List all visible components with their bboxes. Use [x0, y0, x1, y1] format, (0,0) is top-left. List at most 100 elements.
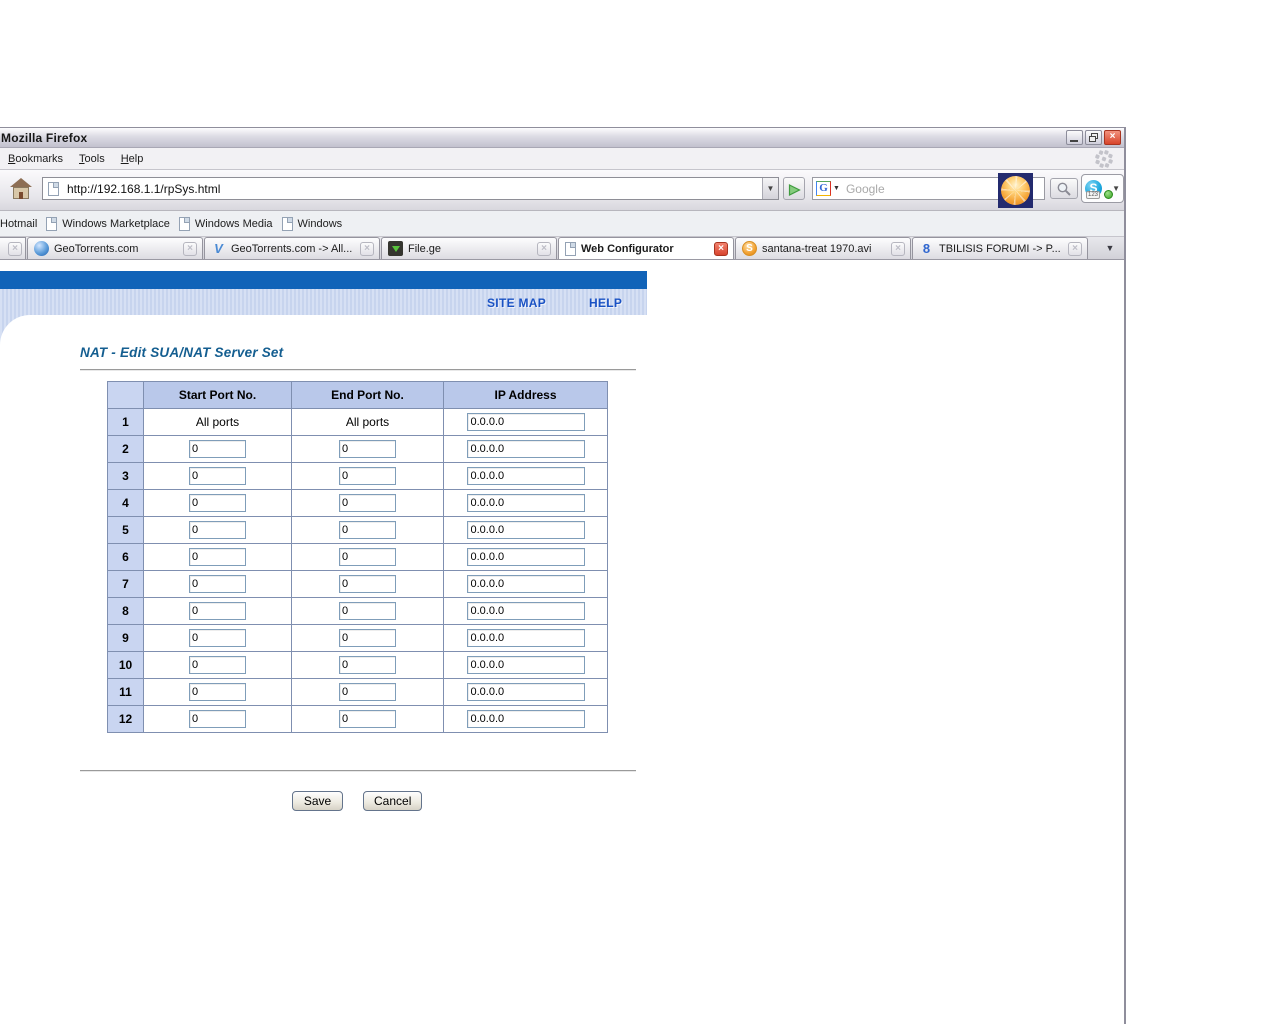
- desktop: Mozilla Firefox × Bookmarks Tools Help htt…: [0, 0, 1280, 1024]
- tab[interactable]: 8 TBILISIS FORUMI -> P... ×: [912, 237, 1088, 259]
- home-icon: [10, 178, 32, 187]
- page-icon: [48, 181, 59, 196]
- end-port-input[interactable]: [339, 494, 396, 512]
- end-port-input[interactable]: [339, 548, 396, 566]
- end-port-input[interactable]: [339, 575, 396, 593]
- address-dropdown-button[interactable]: ▼: [762, 178, 778, 199]
- site-map-link[interactable]: SITE MAP: [487, 296, 546, 310]
- search-go-button[interactable]: [1050, 178, 1078, 199]
- go-button[interactable]: [783, 177, 805, 200]
- ip-address-input[interactable]: [466, 656, 585, 674]
- throbber-icon: [1101, 156, 1107, 162]
- tab[interactable]: File.ge ×: [381, 237, 557, 259]
- end-port-cell: [291, 489, 444, 517]
- tab[interactable]: V GeoTorrents.com -> All... ×: [204, 237, 380, 259]
- nat-server-table: Start Port No. End Port No. IP Address 1 A…: [107, 381, 608, 733]
- start-port-input[interactable]: [189, 548, 246, 566]
- tab-close-icon[interactable]: ×: [183, 241, 197, 256]
- start-port-input[interactable]: [189, 440, 246, 458]
- page-subheader-band: SITE MAP HELP: [0, 289, 647, 315]
- bookmark-item[interactable]: Windows Media: [178, 216, 273, 231]
- page-header-band: [0, 271, 647, 289]
- minimize-button[interactable]: [1066, 130, 1083, 145]
- skype-dropdown-arrow[interactable]: ▼: [1112, 184, 1120, 193]
- start-port-input[interactable]: [189, 521, 246, 539]
- save-button[interactable]: Save: [292, 791, 343, 811]
- menu-tools[interactable]: Tools: [79, 153, 105, 165]
- cancel-button[interactable]: Cancel: [363, 791, 423, 811]
- tab-close-icon[interactable]: ×: [537, 241, 551, 256]
- home-button[interactable]: [8, 177, 36, 203]
- table-row: 10: [107, 651, 608, 679]
- bookmark-item[interactable]: Hotmail: [0, 218, 37, 230]
- tab-close-icon[interactable]: ×: [891, 241, 905, 256]
- bookmark-label: Windows Marketplace: [62, 217, 170, 230]
- tab-overflow-button[interactable]: ▼: [1102, 243, 1118, 253]
- ip-address-input[interactable]: [466, 494, 585, 512]
- ip-address-cell: [443, 489, 608, 517]
- end-port-input[interactable]: [339, 656, 396, 674]
- tab[interactable]: S santana-treat 1970.avi ×: [735, 237, 911, 259]
- rule-number-cell: 9: [107, 624, 144, 652]
- end-port-input[interactable]: [339, 710, 396, 728]
- address-bar[interactable]: http://192.168.1.1/rpSys.html ▼: [42, 177, 779, 200]
- search-engine-dropdown[interactable]: ▼: [833, 185, 840, 192]
- ip-address-cell: [443, 408, 608, 436]
- ip-address-input[interactable]: [466, 413, 585, 431]
- bookmark-item[interactable]: Windows: [281, 216, 343, 231]
- ip-address-input[interactable]: [466, 575, 585, 593]
- ip-address-cell: [443, 705, 608, 733]
- bookmark-page-icon: [281, 216, 293, 231]
- ip-address-input[interactable]: [466, 602, 585, 620]
- ip-address-input[interactable]: [466, 467, 585, 485]
- tab-label: GeoTorrents.com: [54, 242, 139, 255]
- bookmark-item[interactable]: Windows Marketplace: [46, 216, 170, 231]
- google-logo-icon[interactable]: G: [816, 181, 831, 196]
- ip-address-input[interactable]: [466, 683, 585, 701]
- end-port-input[interactable]: [339, 521, 396, 539]
- ip-address-input[interactable]: [466, 548, 585, 566]
- table-row: 2: [107, 435, 608, 463]
- end-port-input[interactable]: [339, 467, 396, 485]
- start-port-input[interactable]: [189, 602, 246, 620]
- ip-address-input[interactable]: [466, 521, 585, 539]
- start-port-input[interactable]: [189, 467, 246, 485]
- start-port-input[interactable]: [189, 494, 246, 512]
- end-port-input[interactable]: [339, 683, 396, 701]
- start-port-input[interactable]: [189, 656, 246, 674]
- end-port-input[interactable]: [339, 440, 396, 458]
- url-text[interactable]: http://192.168.1.1/rpSys.html: [67, 182, 762, 196]
- restore-button[interactable]: [1085, 130, 1102, 145]
- start-port-input[interactable]: [189, 710, 246, 728]
- firefox-window: Mozilla Firefox × Bookmarks Tools Help htt…: [0, 127, 1126, 1024]
- menu-bookmarks[interactable]: Bookmarks: [8, 153, 63, 165]
- ip-address-input[interactable]: [466, 440, 585, 458]
- title-bar[interactable]: Mozilla Firefox ×: [0, 128, 1124, 148]
- ip-address-input[interactable]: [466, 629, 585, 647]
- tab-label: GeoTorrents.com -> All...: [231, 242, 353, 255]
- skype-extension-button[interactable]: S 123 ▼: [1081, 174, 1124, 203]
- end-port-input[interactable]: [339, 629, 396, 647]
- ip-address-input[interactable]: [466, 710, 585, 728]
- close-button[interactable]: ×: [1104, 130, 1121, 145]
- start-port-cell: All ports: [143, 408, 292, 436]
- tab-close-icon[interactable]: ×: [360, 241, 374, 256]
- table-row: 11: [107, 678, 608, 706]
- tab-close-icon[interactable]: ×: [8, 241, 22, 256]
- tab-close-icon[interactable]: ×: [714, 241, 728, 256]
- tab[interactable]: GeoTorrents.com ×: [27, 237, 203, 259]
- bitcomet-icon[interactable]: [998, 173, 1033, 208]
- search-placeholder[interactable]: Google: [846, 182, 885, 196]
- bookmark-label: Windows: [297, 217, 343, 230]
- tab-partial[interactable]: ×: [0, 237, 26, 259]
- start-port-cell: [143, 462, 292, 490]
- help-link[interactable]: HELP: [589, 296, 622, 310]
- menu-help[interactable]: Help: [121, 153, 144, 165]
- tab[interactable]: Web Configurator ×: [558, 237, 734, 259]
- start-port-input[interactable]: [189, 683, 246, 701]
- start-port-input[interactable]: [189, 629, 246, 647]
- tab-label: TBILISIS FORUMI -> P...: [939, 242, 1061, 255]
- end-port-input[interactable]: [339, 602, 396, 620]
- tab-close-icon[interactable]: ×: [1068, 241, 1082, 256]
- start-port-input[interactable]: [189, 575, 246, 593]
